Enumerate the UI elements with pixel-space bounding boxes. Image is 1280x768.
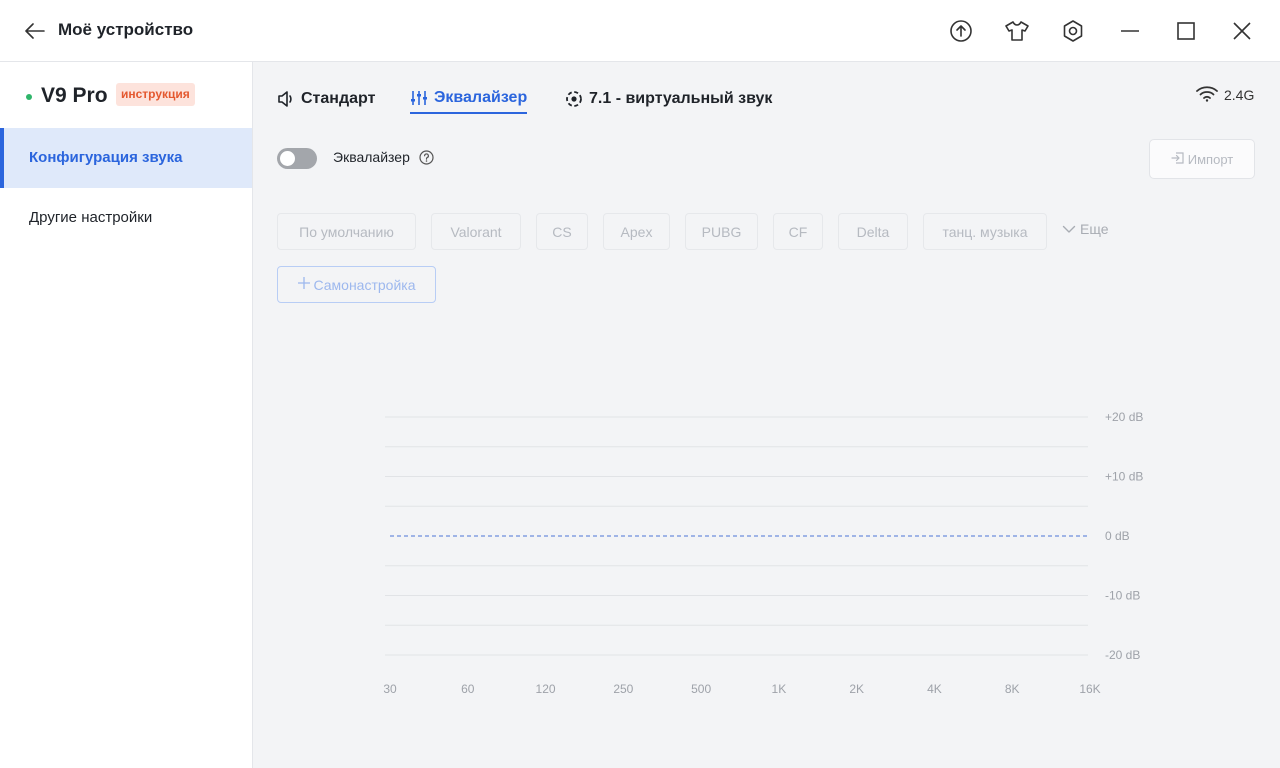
- wifi-icon: [1196, 85, 1218, 105]
- tab-virtual-surround[interactable]: 7.1 - виртуальный звук: [565, 84, 772, 114]
- y-tick-label: -20 dB: [1105, 648, 1140, 662]
- tab-label: Эквалайзер: [434, 89, 528, 106]
- x-tick-label: 30: [383, 682, 397, 696]
- preset-dance-music[interactable]: танц. музыка: [923, 213, 1047, 250]
- x-tick-label: 500: [691, 682, 711, 696]
- x-tick-label: 120: [536, 682, 556, 696]
- x-tick-label: 250: [613, 682, 633, 696]
- y-tick-label: +10 dB: [1105, 470, 1143, 484]
- x-tick-label: 60: [461, 682, 475, 696]
- preset-default[interactable]: По умолчанию: [277, 213, 416, 250]
- connection-label: 2.4G: [1224, 87, 1255, 103]
- surround-icon: [565, 90, 583, 108]
- sidebar: V9 Pro инструкция Конфигурация звука Дру…: [0, 62, 253, 768]
- custom-preset-label: Самонастройка: [313, 276, 416, 293]
- equalizer-sliders-icon: [410, 89, 428, 107]
- x-tick-label: 2K: [849, 682, 864, 696]
- chevron-down-icon: [1062, 221, 1076, 237]
- device-status-dot: [26, 94, 32, 100]
- equalizer-chart: +20 dB +10 dB 0 dB -10 dB -20 dB 30 60 120 250 50…: [383, 410, 1143, 696]
- more-label: Еще: [1080, 221, 1109, 237]
- import-icon: [1171, 151, 1185, 168]
- tab-standard[interactable]: Стандарт: [277, 84, 375, 114]
- settings-hex-icon[interactable]: [1057, 15, 1089, 47]
- preset-delta[interactable]: Delta: [838, 213, 908, 250]
- x-tick-label: 16K: [1079, 682, 1100, 696]
- import-label: Импорт: [1187, 151, 1234, 167]
- upload-icon[interactable]: [945, 15, 977, 47]
- close-icon[interactable]: [1226, 15, 1258, 47]
- window-title: Моё устройство: [58, 20, 194, 39]
- minimize-icon[interactable]: [1114, 15, 1146, 47]
- title-bar: Моё устройство: [0, 0, 1280, 62]
- help-icon[interactable]: [419, 150, 434, 165]
- equalizer-toggle-label: Эквалайзер: [333, 149, 410, 165]
- y-tick-label: +20 dB: [1105, 410, 1143, 424]
- preset-valorant[interactable]: Valorant: [431, 213, 521, 250]
- device-name: V9 Pro: [41, 84, 108, 107]
- preset-cs[interactable]: CS: [536, 213, 588, 250]
- preset-apex[interactable]: Apex: [603, 213, 670, 250]
- x-tick-label: 4K: [927, 682, 942, 696]
- x-tick-label: 1K: [772, 682, 787, 696]
- tab-label: 7.1 - виртуальный звук: [589, 90, 773, 107]
- equalizer-toggle[interactable]: [277, 148, 317, 169]
- tshirt-icon[interactable]: [1001, 15, 1033, 47]
- y-tick-label: -10 dB: [1105, 589, 1140, 603]
- sidebar-item-sound-config[interactable]: Конфигурация звука: [0, 128, 252, 188]
- tab-label: Стандарт: [301, 90, 376, 107]
- plus-icon: [297, 276, 311, 293]
- manual-badge[interactable]: инструкция: [116, 83, 195, 106]
- preset-pubg[interactable]: PUBG: [685, 213, 758, 250]
- connection-status: 2.4G: [1196, 85, 1254, 105]
- x-tick-label: 8K: [1005, 682, 1020, 696]
- maximize-icon[interactable]: [1170, 15, 1202, 47]
- import-button[interactable]: Импорт: [1149, 139, 1255, 179]
- back-arrow-icon[interactable]: [22, 19, 48, 43]
- sidebar-item-other-settings[interactable]: Другие настройки: [0, 188, 252, 248]
- more-presets-button[interactable]: Еще: [1062, 221, 1109, 237]
- custom-preset-button[interactable]: Самонастройка: [277, 266, 436, 303]
- y-tick-label: 0 dB: [1105, 529, 1130, 543]
- speaker-icon: [277, 90, 295, 108]
- preset-cf[interactable]: CF: [773, 213, 823, 250]
- tab-equalizer[interactable]: Эквалайзер: [410, 84, 528, 114]
